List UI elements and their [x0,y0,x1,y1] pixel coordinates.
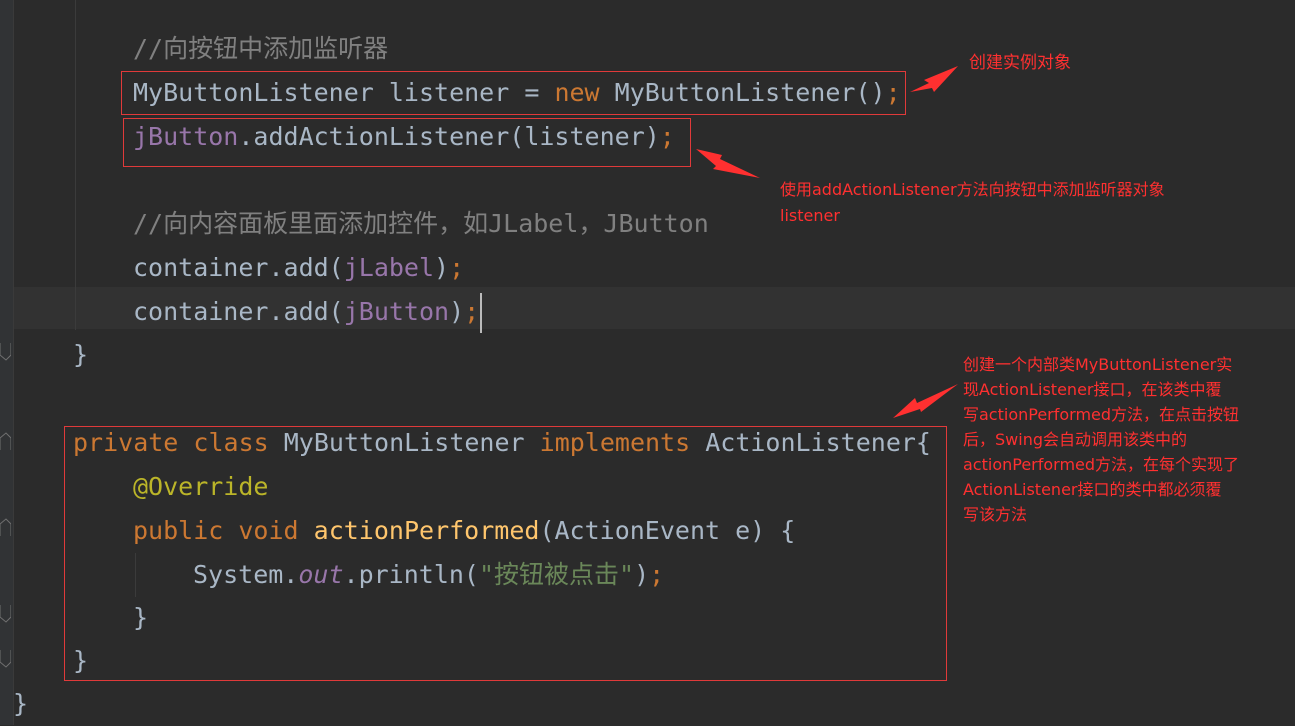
arrow-icon [910,66,958,92]
fold-end-icon[interactable] [0,605,11,623]
indent-guide [75,0,76,330]
code-text: ) [434,253,450,282]
code-comment: //向内容面板里面添加控件，如JLabel，JButton [133,209,709,238]
highlight-box-inner-class [64,426,947,681]
note-inner-class-line: 后，Swing会自动调用该类中的 [963,430,1187,449]
highlight-box-add-listener [123,118,691,167]
code-brace: } [13,689,29,718]
code-line-add-jbutton[interactable]: container.add(jButton); [133,290,483,334]
code-line-outer-close[interactable]: } [13,682,28,726]
code-line-comment-listener[interactable]: //向按钮中添加监听器 [133,27,388,71]
note-inner-class-line: ActionListener接口的类中都必须覆 [963,480,1222,499]
note-inner-class-line: 写该方法 [963,505,1028,524]
code-brace: } [73,340,89,369]
fold-end-icon[interactable] [0,650,11,668]
code-semicolon: ; [464,297,480,326]
note-inner-class-line: 写actionPerformed方法，在点击按钮 [963,405,1240,424]
field-jbutton: jButton [343,297,450,326]
code-text: container.add( [133,253,344,282]
highlight-box-instance [121,71,906,115]
fold-start-icon[interactable] [0,518,11,536]
text-caret [480,293,483,333]
fold-start-icon[interactable] [0,432,11,450]
code-text: container.add( [133,297,344,326]
note-create-instance: 创建实例对象 [969,53,1071,73]
note-inner-class-line: actionPerformed方法，在每个实现了 [963,455,1240,474]
code-line-comment-container[interactable]: //向内容面板里面添加控件，如JLabel，JButton [133,202,709,246]
note-add-listener-line1: 使用addActionListener方法向按钮中添加监听器对象 [780,180,1165,199]
code-semicolon: ; [449,253,465,282]
note-add-listener-line2: listener [780,206,840,225]
arrow-icon [696,149,760,178]
code-line-add-jlabel[interactable]: container.add(jLabel); [133,246,464,290]
code-comment: //向按钮中添加监听器 [133,34,389,63]
note-inner-class-line: 创建一个内部类MyButtonListener实 [963,355,1233,374]
field-jlabel: jLabel [343,253,435,282]
fold-end-icon[interactable] [0,343,11,361]
arrow-icon [893,384,958,418]
code-line-method-close[interactable]: } [73,333,88,377]
note-inner-class-line: 现ActionListener接口，在该类中覆 [963,380,1222,399]
code-text: ) [449,297,465,326]
